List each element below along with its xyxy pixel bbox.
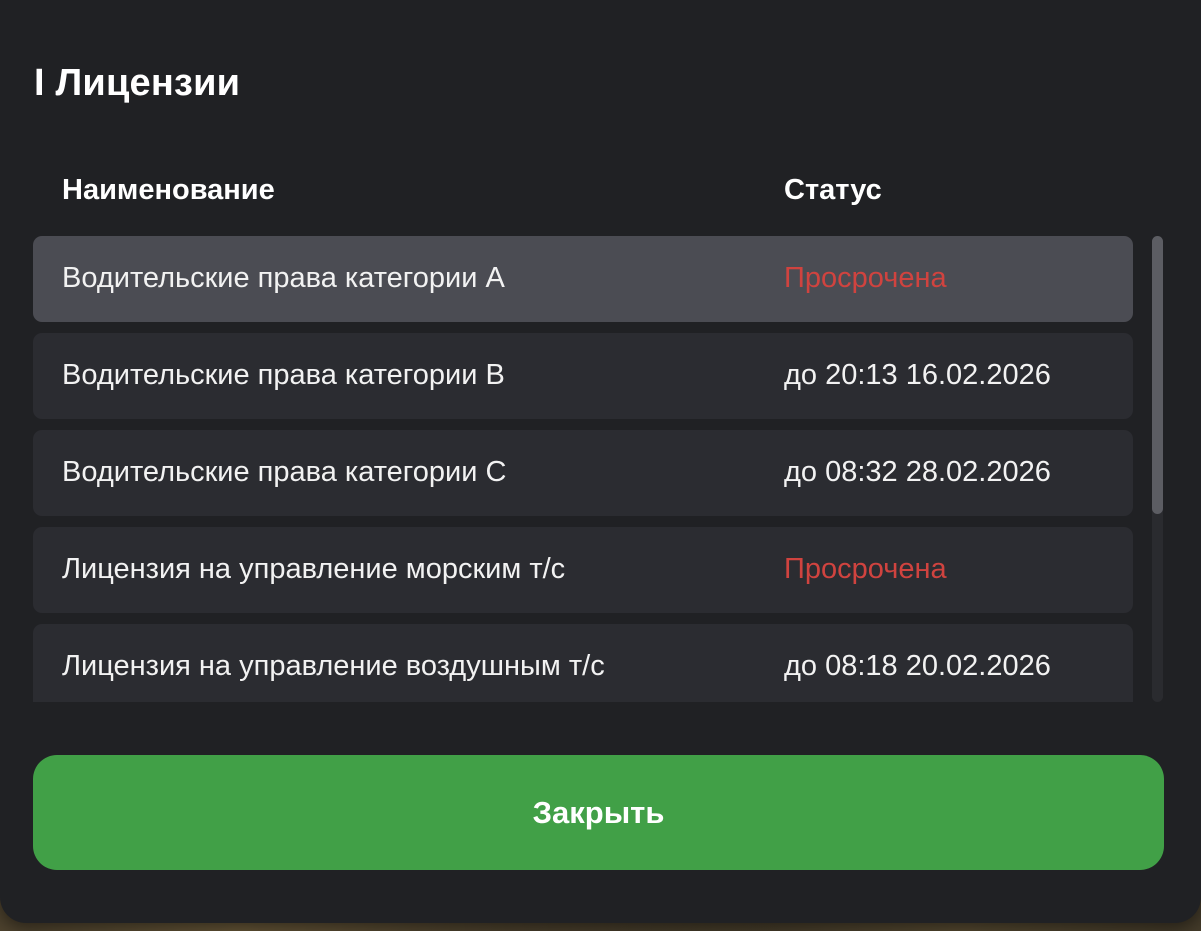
column-header-name: Наименование bbox=[62, 174, 275, 206]
license-name: Водительские права категории B bbox=[62, 359, 505, 391]
license-row[interactable]: Водительские права категории A Просрочен… bbox=[33, 236, 1133, 322]
dialog-title: I Лицензии bbox=[34, 62, 241, 104]
close-button[interactable]: Закрыть bbox=[33, 755, 1164, 870]
license-row[interactable]: Лицензия на управление морским т/с Проср… bbox=[33, 527, 1133, 613]
license-row[interactable]: Водительские права категории C до 08:32 … bbox=[33, 430, 1133, 516]
license-name: Водительские права категории A bbox=[62, 262, 505, 294]
list-scrollbar[interactable] bbox=[1152, 236, 1163, 702]
license-status: до 08:32 28.02.2026 bbox=[784, 456, 1051, 488]
license-row[interactable]: Водительские права категории B до 20:13 … bbox=[33, 333, 1133, 419]
license-list[interactable]: Водительские права категории A Просрочен… bbox=[33, 236, 1133, 702]
license-row[interactable]: Лицензия на управление воздушным т/с до … bbox=[33, 624, 1133, 702]
license-name: Лицензия на управление морским т/с bbox=[62, 553, 566, 585]
scrollbar-thumb[interactable] bbox=[1152, 236, 1163, 514]
license-status: до 20:13 16.02.2026 bbox=[784, 359, 1051, 391]
license-status: Просрочена bbox=[784, 262, 947, 294]
licenses-dialog: I Лицензии Наименование Статус Водительс… bbox=[0, 0, 1201, 923]
license-status: до 08:18 20.02.2026 bbox=[784, 650, 1051, 682]
license-name: Лицензия на управление воздушным т/с bbox=[62, 650, 605, 682]
license-name: Водительские права категории C bbox=[62, 456, 507, 488]
license-status: Просрочена bbox=[784, 553, 947, 585]
column-header-status: Статус bbox=[784, 174, 882, 206]
